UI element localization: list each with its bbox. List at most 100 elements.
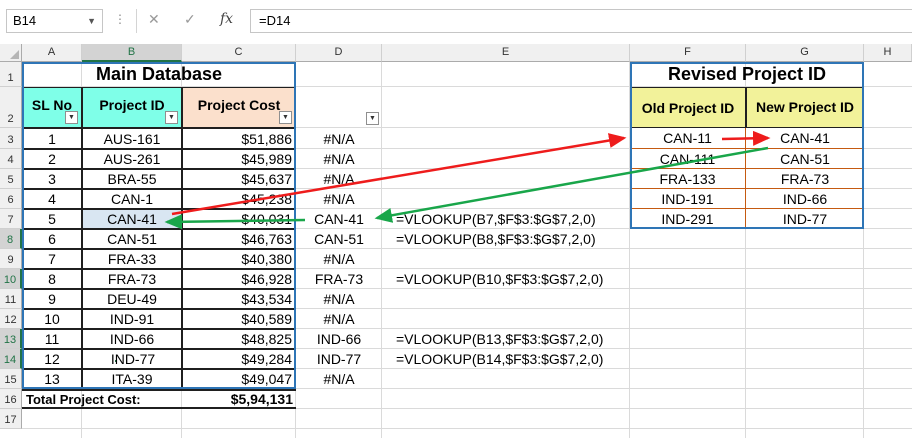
header-project-cost[interactable]: Project Cost ▼	[182, 87, 296, 128]
total-label[interactable]: Total Project Cost:	[22, 389, 182, 409]
column-header-h[interactable]: H	[864, 44, 912, 62]
header-project-id[interactable]: Project ID ▼	[82, 87, 182, 128]
project-id-cell[interactable]: AUS-161	[82, 128, 182, 149]
row-header-3[interactable]: 3	[0, 128, 22, 149]
project-cost-cell[interactable]: $48,825	[182, 329, 296, 349]
row-header-15[interactable]: 15	[0, 369, 22, 389]
vlookup-formula-cell[interactable]: =VLOOKUP(B7,$F$3:$G$7,2,0)	[382, 209, 630, 229]
filter-button-project-cost[interactable]: ▼	[279, 111, 292, 124]
name-box[interactable]: B14 ▼	[6, 9, 103, 33]
row-header-14[interactable]: 14	[0, 349, 22, 369]
sl-no-cell[interactable]: 1	[22, 128, 82, 149]
project-id-cell[interactable]: CAN-1	[82, 189, 182, 209]
formula-input[interactable]: =D14	[250, 9, 912, 33]
total-value[interactable]: $5,94,131	[182, 389, 296, 409]
old-project-id-cell[interactable]: IND-191	[630, 189, 746, 209]
sl-no-cell[interactable]: 13	[22, 369, 82, 389]
column-header-f[interactable]: F	[630, 44, 746, 62]
project-id-cell[interactable]: FRA-33	[82, 249, 182, 269]
row-header-2[interactable]: 2	[0, 87, 22, 128]
vlookup-formula-cell[interactable]: =VLOOKUP(B8,$F$3:$G$7,2,0)	[382, 229, 630, 249]
project-cost-cell[interactable]: $45,989	[182, 149, 296, 169]
row-header-5[interactable]: 5	[0, 169, 22, 189]
project-id-cell[interactable]: ITA-39	[82, 369, 182, 389]
old-project-id-cell[interactable]: FRA-133	[630, 169, 746, 189]
insert-function-icon[interactable]: fx	[220, 11, 233, 27]
lookup-result-cell[interactable]: IND-77	[296, 349, 382, 369]
header-new-project-id[interactable]: New Project ID	[746, 87, 864, 128]
header-column-d[interactable]: ▼	[296, 87, 382, 128]
project-id-cell[interactable]: IND-77	[82, 349, 182, 369]
project-cost-cell[interactable]: $40,380	[182, 249, 296, 269]
project-id-cell[interactable]: IND-66	[82, 329, 182, 349]
row-header-12[interactable]: 12	[0, 309, 22, 329]
sl-no-cell[interactable]: 10	[22, 309, 82, 329]
main-database-title[interactable]: Main Database	[22, 62, 296, 87]
project-id-cell[interactable]: CAN-51	[82, 229, 182, 249]
sl-no-cell[interactable]: 11	[22, 329, 82, 349]
lookup-result-cell[interactable]: CAN-51	[296, 229, 382, 249]
project-cost-cell[interactable]: $46,763	[182, 229, 296, 249]
header-old-project-id[interactable]: Old Project ID	[630, 87, 746, 128]
lookup-result-cell[interactable]: #N/A	[296, 289, 382, 309]
row-header-11[interactable]: 11	[0, 289, 22, 309]
lookup-result-cell[interactable]: #N/A	[296, 128, 382, 149]
row-header-9[interactable]: 9	[0, 249, 22, 269]
row-header-16[interactable]: 16	[0, 389, 22, 409]
project-cost-cell[interactable]: $51,886	[182, 128, 296, 149]
cancel-icon[interactable]: ✕	[148, 11, 160, 28]
filter-button-project-id[interactable]: ▼	[165, 111, 178, 124]
enter-icon[interactable]: ✓	[184, 11, 196, 28]
project-id-cell[interactable]: FRA-73	[82, 269, 182, 289]
sl-no-cell[interactable]: 7	[22, 249, 82, 269]
new-project-id-cell[interactable]: CAN-41	[746, 128, 864, 149]
project-id-cell[interactable]: BRA-55	[82, 169, 182, 189]
sl-no-cell[interactable]: 8	[22, 269, 82, 289]
project-cost-cell[interactable]: $45,637	[182, 169, 296, 189]
project-cost-cell[interactable]: $40,589	[182, 309, 296, 329]
row-header-13[interactable]: 13	[0, 329, 22, 349]
project-id-cell[interactable]: CAN-41	[82, 209, 182, 229]
lookup-result-cell[interactable]: IND-66	[296, 329, 382, 349]
new-project-id-cell[interactable]: IND-66	[746, 189, 864, 209]
select-all-corner[interactable]	[0, 44, 22, 62]
chevron-down-icon[interactable]: ▼	[87, 10, 96, 32]
lookup-result-cell[interactable]: #N/A	[296, 369, 382, 389]
project-id-cell[interactable]: AUS-261	[82, 149, 182, 169]
sl-no-cell[interactable]: 2	[22, 149, 82, 169]
row-header-7[interactable]: 7	[0, 209, 22, 229]
row-header-4[interactable]: 4	[0, 149, 22, 169]
row-header-6[interactable]: 6	[0, 189, 22, 209]
old-project-id-cell[interactable]: IND-291	[630, 209, 746, 229]
column-header-a[interactable]: A	[22, 44, 82, 62]
lookup-result-cell[interactable]: CAN-41	[296, 209, 382, 229]
column-header-c[interactable]: C	[182, 44, 296, 62]
lookup-result-cell[interactable]: #N/A	[296, 189, 382, 209]
sl-no-cell[interactable]: 12	[22, 349, 82, 369]
project-cost-cell[interactable]: $49,047	[182, 369, 296, 389]
lookup-result-cell[interactable]: #N/A	[296, 149, 382, 169]
row-header-8[interactable]: 8	[0, 229, 22, 249]
project-cost-cell[interactable]: $46,928	[182, 269, 296, 289]
old-project-id-cell[interactable]: CAN-11	[630, 128, 746, 149]
vlookup-formula-cell[interactable]: =VLOOKUP(B14,$F$3:$G$7,2,0)	[382, 349, 630, 369]
new-project-id-cell[interactable]: FRA-73	[746, 169, 864, 189]
row-header-1[interactable]: 1	[0, 62, 22, 87]
sl-no-cell[interactable]: 4	[22, 189, 82, 209]
sl-no-cell[interactable]: 5	[22, 209, 82, 229]
filter-button-sl-no[interactable]: ▼	[65, 111, 78, 124]
column-header-e[interactable]: E	[382, 44, 630, 62]
project-cost-cell[interactable]: $43,534	[182, 289, 296, 309]
project-cost-cell[interactable]: $45,238	[182, 189, 296, 209]
lookup-result-cell[interactable]: #N/A	[296, 309, 382, 329]
row-header-17[interactable]: 17	[0, 409, 22, 429]
new-project-id-cell[interactable]: CAN-51	[746, 149, 864, 169]
vlookup-formula-cell[interactable]: =VLOOKUP(B10,$F$3:$G$7,2,0)	[382, 269, 630, 289]
column-header-g[interactable]: G	[746, 44, 864, 62]
lookup-result-cell[interactable]: FRA-73	[296, 269, 382, 289]
project-cost-cell[interactable]: $49,284	[182, 349, 296, 369]
lookup-result-cell[interactable]: #N/A	[296, 169, 382, 189]
revised-title[interactable]: Revised Project ID	[630, 62, 864, 87]
column-header-b[interactable]: B	[82, 44, 182, 62]
sl-no-cell[interactable]: 3	[22, 169, 82, 189]
